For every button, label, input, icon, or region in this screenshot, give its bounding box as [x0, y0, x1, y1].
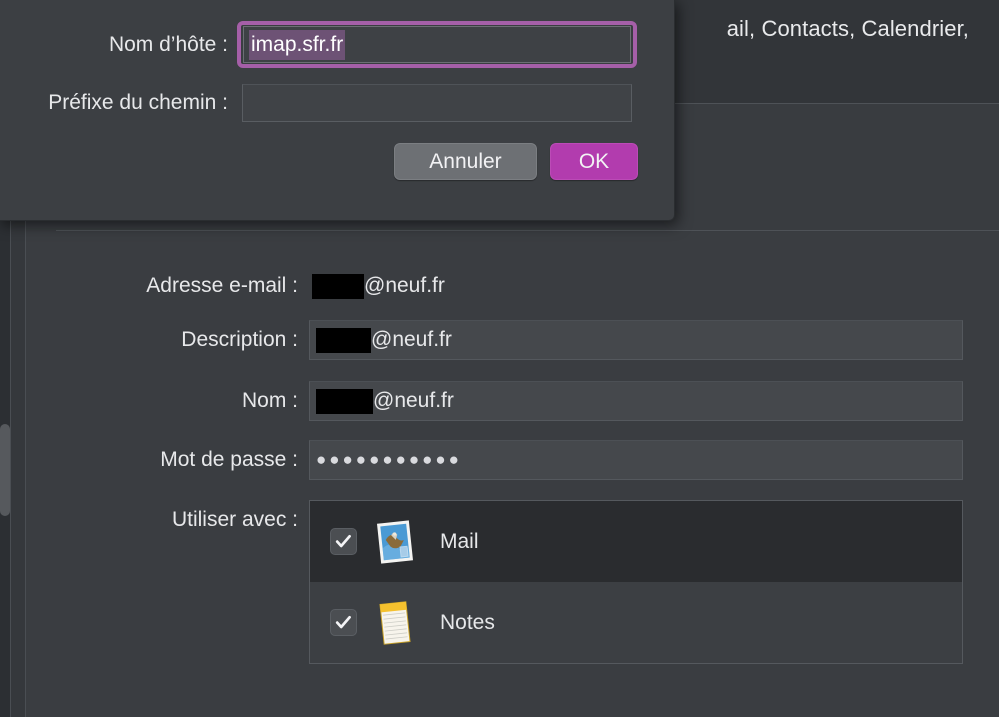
form-top-divider	[56, 230, 999, 231]
server-settings-sheet: Nom d’hôte : imap.sfr.fr Préfixe du chem…	[0, 0, 675, 221]
label-email: Adresse e-mail :	[26, 266, 309, 306]
ok-button[interactable]: OK	[550, 143, 638, 180]
redaction-block-email	[312, 274, 364, 299]
checkmark-icon	[334, 613, 353, 632]
mail-stamp-icon	[370, 517, 420, 567]
scrollbar-thumb[interactable]	[0, 424, 10, 516]
sheet-row-path-prefix: Préfixe du chemin :	[0, 84, 632, 122]
use-with-list: Mail	[309, 500, 963, 664]
screen: ail, Contacts, Calendrier, Adresse e-mai…	[0, 0, 999, 717]
label-hostname: Nom d’hôte :	[0, 33, 237, 57]
label-use-with: Utiliser avec :	[26, 500, 309, 540]
value-email-text: @neuf.fr	[364, 266, 445, 306]
checkbox-notes[interactable]	[330, 609, 357, 636]
description-value-text: @neuf.fr	[371, 328, 452, 352]
label-path-prefix: Préfixe du chemin :	[0, 91, 237, 115]
label-password: Mot de passe :	[26, 440, 309, 480]
hostname-input[interactable]: imap.sfr.fr	[237, 21, 637, 68]
value-email: @neuf.fr	[309, 266, 445, 306]
name-input[interactable]: @neuf.fr	[309, 381, 963, 421]
form-row-use-with: Utiliser avec :	[26, 500, 999, 664]
form-row-email: Adresse e-mail : @neuf.fr	[26, 266, 999, 306]
checkbox-mail[interactable]	[330, 528, 357, 555]
redaction-block-name	[316, 389, 373, 414]
list-item-label-mail: Mail	[440, 530, 479, 554]
description-input[interactable]: @neuf.fr	[309, 320, 963, 360]
label-description: Description :	[26, 320, 309, 360]
label-name: Nom :	[26, 381, 309, 421]
list-item-label-notes: Notes	[440, 611, 495, 635]
notes-pad-icon	[370, 598, 420, 648]
sheet-row-hostname: Nom d’hôte : imap.sfr.fr	[0, 21, 637, 68]
account-form: Adresse e-mail : @neuf.fr Description : …	[26, 232, 999, 717]
form-row-description: Description : @neuf.fr	[26, 320, 999, 360]
sheet-button-bar: Annuler OK	[394, 143, 638, 180]
path-prefix-input[interactable]	[242, 84, 632, 122]
cancel-button[interactable]: Annuler	[394, 143, 537, 180]
form-row-password: Mot de passe : ●●●●●●●●●●●	[26, 440, 999, 480]
name-value-text: @neuf.fr	[373, 389, 454, 413]
hostname-value-text: imap.sfr.fr	[249, 30, 345, 60]
password-input[interactable]: ●●●●●●●●●●●	[309, 440, 963, 480]
checkmark-icon	[334, 532, 353, 551]
list-item-mail[interactable]: Mail	[310, 501, 962, 582]
list-item-notes[interactable]: Notes	[310, 582, 962, 663]
form-row-name: Nom : @neuf.fr	[26, 381, 999, 421]
password-value-text: ●●●●●●●●●●●	[316, 450, 462, 470]
redaction-block-description	[316, 328, 371, 353]
